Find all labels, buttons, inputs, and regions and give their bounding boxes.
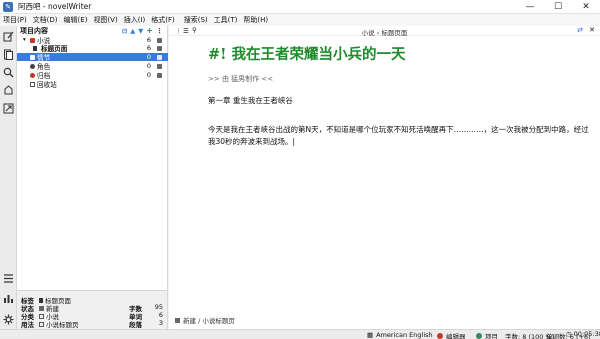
close-button[interactable]: ✕ [572,0,600,14]
novel-view-icon[interactable] [2,48,15,61]
plot-folder-icon [30,54,35,60]
novel-root-icon [30,37,35,43]
word-count: 6 [146,36,151,44]
language-label: American English [376,331,433,339]
document-chapter-heading: 第一章 重生我在王者峡谷 [208,96,293,105]
editor-header: ⋮ ☰ ⚲ 小说 › 标题页面 ⇄ ✕ [169,26,600,37]
sync-icon[interactable]: ⇄ [577,26,583,34]
status-square-icon [157,54,162,60]
minimize-button[interactable]: — [516,0,544,14]
status-square-icon [157,37,162,43]
editor-title: 小说 › 标题页面 [361,29,408,37]
editor-status-dot-icon [437,333,443,339]
menu-tools[interactable]: 工具(T) [211,15,241,25]
menu-dots-icon[interactable]: ⋮ [156,27,163,35]
menu-help[interactable]: 帮助(H) [240,15,271,25]
document-icon [33,45,37,51]
document-editor[interactable]: ⋮ ☰ ⚲ 小说 › 标题页面 ⇄ ✕ #! 我在王者荣耀当小兵的一天 >> 由… [169,26,600,329]
move-down-icon[interactable]: ▼ [138,27,143,35]
title-bar: ✎ 阿西吧 - novelWriter — ☐ ✕ [0,0,600,14]
outline-icon[interactable] [2,84,15,97]
tree-item-plot[interactable]: 情节 0 [17,53,168,62]
language-status[interactable]: ▦ American English [367,331,433,339]
document-icon [39,297,43,303]
tree-item-trash[interactable]: 回收站 [17,80,168,89]
window-title: 阿西吧 - novelWriter [18,2,92,11]
maximize-button[interactable]: ☐ [544,0,572,14]
list-icon[interactable] [2,272,15,285]
class-square-icon [39,313,44,319]
document-author-line: >> 由 猛男制作 << [208,75,274,83]
build-icon[interactable] [2,102,15,115]
edit-project-icon[interactable] [2,30,15,43]
menu-insert[interactable]: 插入(I) [121,15,149,25]
detail-chars-value: 95 [154,303,163,311]
status-square-icon [175,317,180,323]
editor-footer: 新建 / 小说标题页 [175,315,235,325]
project-status-label: 项目 [485,333,498,339]
status-square-icon [157,63,162,69]
detail-usage-key: 用法 [21,321,34,329]
character-icon [30,63,35,69]
settings-gear-icon[interactable] [2,313,15,326]
tree-item-title-page[interactable]: 标题页面 6 [17,44,168,53]
status-square-icon [157,72,162,78]
detail-paras-value: 3 [158,319,163,327]
project-status: 项目 [476,331,498,339]
collapse-chevron-icon[interactable]: ▾ [23,37,26,43]
close-document-icon[interactable]: ✕ [589,26,595,34]
detail-usage-value: 小说标题页 [46,321,79,329]
menu-format[interactable]: 格式(F) [148,15,178,25]
detail-words-value: 6 [158,311,163,319]
word-count: 0 [146,71,151,79]
detail-paras-key: 段落 [129,321,142,329]
status-square-icon [157,45,162,51]
menu-bar: 项目(P) 文档(D) 编辑(E) 视图(V) 插入(I) 格式(F) 搜索(S… [0,14,600,26]
menu-project[interactable]: 项目(P) [0,15,30,25]
clock-icon: ◷ [566,330,572,338]
trash-icon [30,81,35,87]
word-count: 0 [146,62,151,70]
document-title: #! 我在王者荣耀当小兵的一天 [208,46,406,63]
language-icon: ▦ [367,331,374,339]
status-bar: ▦ American English 编辑器 项目 字数: 8 (100 %) … [0,329,600,339]
menu-view[interactable]: 视图(V) [90,15,120,25]
move-up-icon[interactable]: ▲ [130,27,135,35]
item-details-panel: 标签 标题页面 状态 新建 分类 小说 用法 小说标题页 字数 95 单词 6 … [17,290,168,329]
editor-status-label: 编辑器 [446,333,466,339]
status-square-icon [39,305,44,311]
tree-item-characters[interactable]: 角色 0 [17,62,168,71]
editor-footer-label: 新建 / 小说标题页 [183,317,235,325]
search-icon[interactable] [2,66,15,79]
menu-document[interactable]: 文档(D) [30,15,61,25]
left-toolbar [0,26,17,339]
tree-item-label: 回收站 [37,81,57,89]
project-status-dot-icon [476,333,482,339]
menu-edit[interactable]: 编辑(E) [61,15,91,25]
word-count: 0 [146,53,151,61]
session-timer: ◷ 00:05:38 [566,330,600,338]
tree-item-archive[interactable]: 归档 0 [17,71,168,80]
session-time: 00:05:38 [573,330,600,338]
word-count: 6 [146,44,151,52]
statistics-icon[interactable] [2,292,15,305]
archive-icon [30,72,35,78]
menu-search[interactable]: 搜索(S) [181,15,211,25]
add-item-icon[interactable]: + [146,27,153,35]
bookmark-icon[interactable]: ⊟ [122,27,127,35]
usage-square-icon [39,321,44,327]
project-tree: 项目内容 ⊟ ▲ ▼ + ⋮ ▾ 小说 6 标题页面 6 情节 0 角色 0 归… [17,26,168,290]
document-paragraph: 今天是我在王者峡谷出战的第N天，不知道是哪个位玩家不知死活唤醒再下…………，这一… [208,125,589,146]
tree-item-novel[interactable]: ▾ 小说 6 [17,36,168,45]
app-icon: ✎ [3,1,13,12]
editor-status: 编辑器 [437,331,466,339]
